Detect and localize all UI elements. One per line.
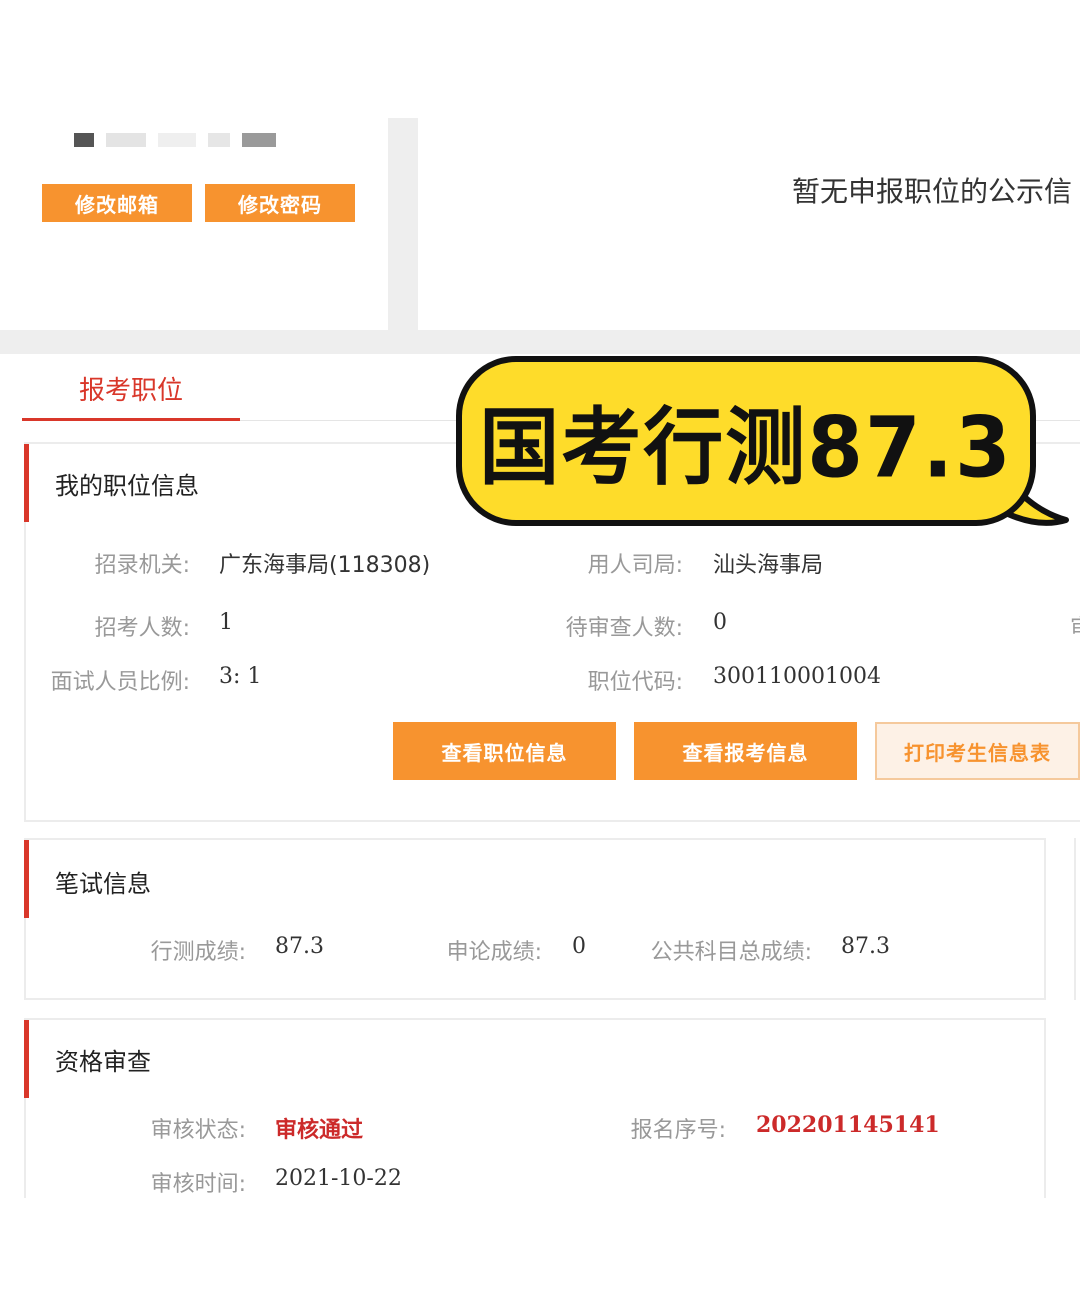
blur-block [242,133,276,147]
tab-active-underline [22,418,240,421]
adjacent-card-edge [1074,838,1080,1000]
shenlun-score-value: 0 [572,934,586,959]
review-status-label: 审核状态: [150,1118,246,1143]
interview-ratio-label: 面试人员比例: [50,670,190,695]
review-status-value: 审核通过 [275,1118,364,1143]
agency-value: 广东海事局(118308) [219,553,431,578]
written-exam-card [24,838,1046,1000]
notice-card [418,118,1080,330]
employer-value: 汕头海事局 [713,553,824,578]
blur-block [74,133,94,147]
section-accent-bar [24,840,29,918]
change-password-button[interactable]: 修改密码 [205,184,355,222]
total-score-label: 公共科目总成绩: [650,940,812,965]
hire-count-label: 招考人数: [94,616,190,641]
pending-review-value: 0 [713,610,727,635]
review-time-label: 审核时间: [150,1172,246,1197]
review-time-value: 2021-10-22 [275,1166,402,1191]
total-score-value: 87.3 [841,934,890,959]
account-card [0,118,388,330]
position-code-value: 300110001004 [713,664,881,689]
pending-review-label: 待审查人数: [565,616,683,641]
shenlun-score-label: 申论成绩: [446,940,542,965]
notice-text: 暂无申报职位的公示信 [792,175,1073,208]
written-exam-title: 笔试信息 [55,870,151,898]
blurred-username [74,132,288,148]
xingce-score-label: 行测成绩: [150,940,246,965]
print-candidate-info-button[interactable]: 打印考生信息表 [875,722,1080,780]
section-accent-bar [24,444,29,522]
xingce-score-value: 87.3 [275,934,324,959]
hire-count-value: 1 [219,610,233,635]
change-email-button[interactable]: 修改邮箱 [42,184,192,222]
agency-label: 招录机关: [94,553,190,578]
qualification-title: 资格审查 [55,1048,151,1076]
bottom-blank [0,1198,1080,1316]
speech-bubble: 国考行测87.3 [456,356,1036,526]
blur-block [158,133,196,147]
blur-block [208,133,230,147]
view-position-button[interactable]: 查看职位信息 [393,722,616,780]
tab-apply-position[interactable]: 报考职位 [22,374,240,420]
registration-number-value: 202201145141 [756,1112,940,1138]
blur-block [106,133,146,147]
speech-bubble-text: 国考行测87.3 [479,399,1013,497]
interview-ratio-value: 3: 1 [219,664,262,689]
registration-number-label: 报名序号: [630,1118,726,1143]
view-application-button[interactable]: 查看报考信息 [634,722,857,780]
section-accent-bar [24,1020,29,1098]
employer-label: 用人司局: [587,553,683,578]
position-info-title: 我的职位信息 [55,472,199,500]
position-code-label: 职位代码: [587,670,683,695]
cutoff-label: 审 [1070,610,1080,642]
